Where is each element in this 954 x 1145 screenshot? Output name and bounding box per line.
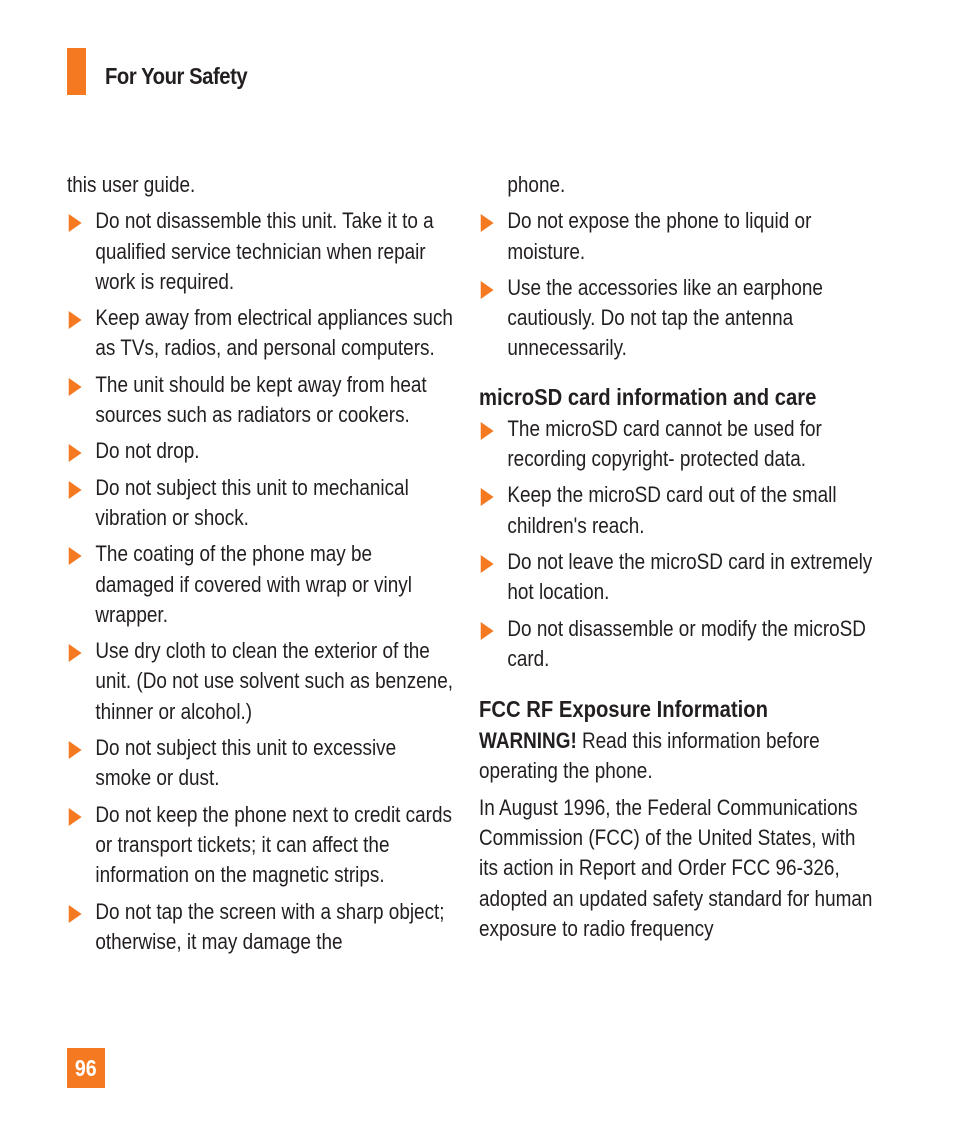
- bullet-triangle-icon: [68, 444, 82, 463]
- left-column: this user guide. Do not disassemble this…: [67, 170, 457, 963]
- fcc-section-heading: FCC RF Exposure Information: [479, 696, 768, 723]
- warning-label: WARNING!: [479, 728, 577, 754]
- bullet-triangle-icon: [480, 621, 494, 640]
- continuation-text: phone.: [507, 172, 566, 197]
- bullet-triangle-icon: [68, 377, 82, 396]
- fcc-paragraph: In August 1996, the Federal Communicatio…: [479, 794, 873, 941]
- bullet-triangle-icon: [68, 311, 82, 330]
- list-item: The microSD card cannot be used for reco…: [479, 414, 878, 475]
- list-item: Do not subject this unit to excessive sm…: [67, 733, 456, 794]
- list-item: The unit should be kept away from heat s…: [67, 370, 456, 431]
- list-item: Do not leave the microSD card in extreme…: [479, 547, 878, 608]
- list-item: Use dry cloth to clean the exterior of t…: [67, 636, 456, 727]
- bullet-triangle-icon: [68, 644, 82, 663]
- list-item: Do not disassemble this unit. Take it to…: [67, 206, 456, 297]
- bullet-triangle-icon: [480, 421, 494, 440]
- bullet-triangle-icon: [68, 904, 82, 923]
- list-item: Keep the microSD card out of the small c…: [479, 480, 878, 541]
- bullet-triangle-icon: [480, 214, 494, 233]
- safety-bullet-list-continued: Do not expose the phone to liquid or moi…: [479, 206, 878, 363]
- section-accent-bar: [67, 48, 86, 95]
- safety-bullet-list: Do not disassemble this unit. Take it to…: [67, 206, 456, 957]
- list-item: Use the accessories like an earphone cau…: [479, 273, 878, 364]
- list-item: The coating of the phone may be damaged …: [67, 539, 456, 630]
- bullet-triangle-icon: [68, 807, 82, 826]
- bullet-triangle-icon: [68, 741, 82, 760]
- list-item: Do not subject this unit to mechanical v…: [67, 473, 456, 534]
- continuation-text: this user guide.: [67, 172, 196, 197]
- page-number-badge: 96: [67, 1048, 105, 1088]
- list-item: Do not expose the phone to liquid or moi…: [479, 206, 878, 267]
- bullet-triangle-icon: [480, 488, 494, 507]
- bullet-triangle-icon: [480, 280, 494, 299]
- list-item: Do not tap the screen with a sharp objec…: [67, 897, 456, 958]
- list-item: Do not drop.: [67, 436, 456, 466]
- fcc-warning: WARNING! Read this information before op…: [479, 726, 878, 787]
- microsd-bullet-list: The microSD card cannot be used for reco…: [479, 414, 878, 674]
- page-number: 96: [75, 1055, 97, 1081]
- microsd-section-heading: microSD card information and care: [479, 383, 817, 410]
- list-item: Do not disassemble or modify the microSD…: [479, 614, 878, 675]
- list-item: Do not keep the phone next to credit car…: [67, 800, 456, 891]
- bullet-triangle-icon: [68, 480, 82, 499]
- bullet-triangle-icon: [480, 554, 494, 573]
- page-section-title: For Your Safety: [105, 63, 248, 89]
- list-item: Keep away from electrical appliances suc…: [67, 303, 456, 364]
- right-column: phone. Do not expose the phone to liquid…: [479, 170, 879, 950]
- bullet-triangle-icon: [68, 214, 82, 233]
- bullet-triangle-icon: [68, 547, 82, 566]
